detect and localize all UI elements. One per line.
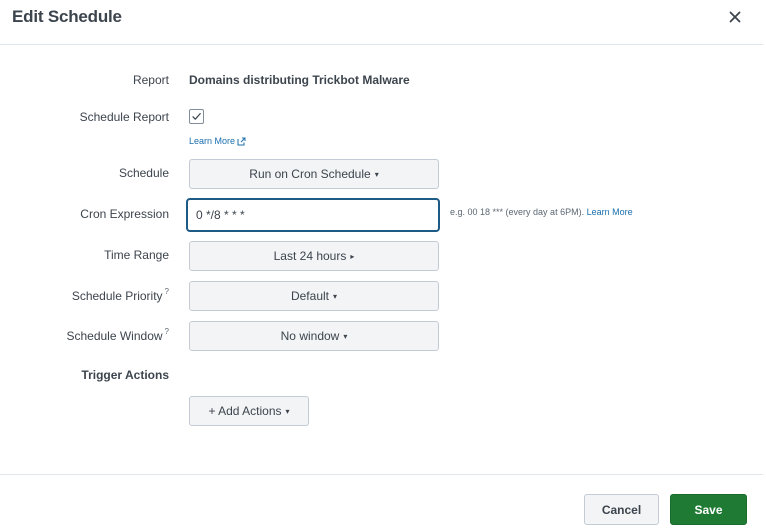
cron-expression-input[interactable] xyxy=(186,198,440,232)
edit-schedule-dialog: Edit Schedule Report Domains distributin… xyxy=(0,0,766,528)
caret-down-icon: ▾ xyxy=(285,406,290,416)
help-icon[interactable]: ? xyxy=(165,287,169,296)
schedule-dropdown[interactable]: Run on Cron Schedule ▾ xyxy=(189,159,439,189)
caret-down-icon: ▾ xyxy=(333,291,338,301)
learn-more-text: Learn More xyxy=(189,136,236,146)
schedule-priority-value: Default xyxy=(290,289,329,303)
schedule-value: Run on Cron Schedule xyxy=(249,167,371,181)
schedule-report-label: Schedule Report xyxy=(79,110,169,124)
schedule-priority-dropdown[interactable]: Default ▾ xyxy=(189,281,439,311)
schedule-window-label: Schedule Window? xyxy=(66,327,169,343)
footer-divider xyxy=(0,474,763,475)
schedule-window-dropdown[interactable]: No window ▾ xyxy=(189,321,439,351)
schedule-report-checkbox[interactable] xyxy=(189,109,204,124)
cron-learn-more-link[interactable]: Learn More xyxy=(587,207,633,217)
schedule-window-value: No window xyxy=(280,329,340,343)
caret-down-icon: ▾ xyxy=(343,331,348,341)
time-range-label: Time Range xyxy=(104,248,169,262)
schedule-priority-label-text: Schedule Priority xyxy=(71,289,163,303)
schedule-learn-more-link[interactable]: Learn More xyxy=(189,136,246,146)
save-button[interactable]: Save xyxy=(670,494,747,525)
add-actions-dropdown[interactable]: + Add Actions ▾ xyxy=(189,396,309,426)
external-link-icon xyxy=(237,137,246,145)
close-icon xyxy=(729,11,741,23)
cron-hint-text: e.g. 00 18 *** (every day at 6PM). xyxy=(450,207,585,217)
caret-down-icon: ▾ xyxy=(374,169,379,179)
trigger-actions-title: Trigger Actions xyxy=(81,368,169,382)
dialog-title: Edit Schedule xyxy=(12,7,122,26)
checkmark-icon xyxy=(192,113,201,120)
cancel-button[interactable]: Cancel xyxy=(584,494,659,525)
schedule-priority-label: Schedule Priority? xyxy=(71,287,169,303)
cron-hint: e.g. 00 18 *** (every day at 6PM). Learn… xyxy=(450,207,633,217)
help-icon[interactable]: ? xyxy=(165,327,169,336)
close-button[interactable] xyxy=(726,8,744,26)
time-range-picker[interactable]: Last 24 hours ▸ xyxy=(189,241,439,271)
report-label: Report xyxy=(132,73,169,87)
dialog-header: Edit Schedule xyxy=(0,0,763,45)
time-range-value: Last 24 hours xyxy=(273,249,347,263)
report-name: Domains distributing Trickbot Malware xyxy=(189,73,410,87)
schedule-window-label-text: Schedule Window xyxy=(66,329,163,343)
add-actions-label: + Add Actions xyxy=(208,404,282,418)
cron-expression-label: Cron Expression xyxy=(80,207,169,221)
caret-right-icon: ▸ xyxy=(350,251,355,261)
schedule-label: Schedule xyxy=(118,166,169,180)
